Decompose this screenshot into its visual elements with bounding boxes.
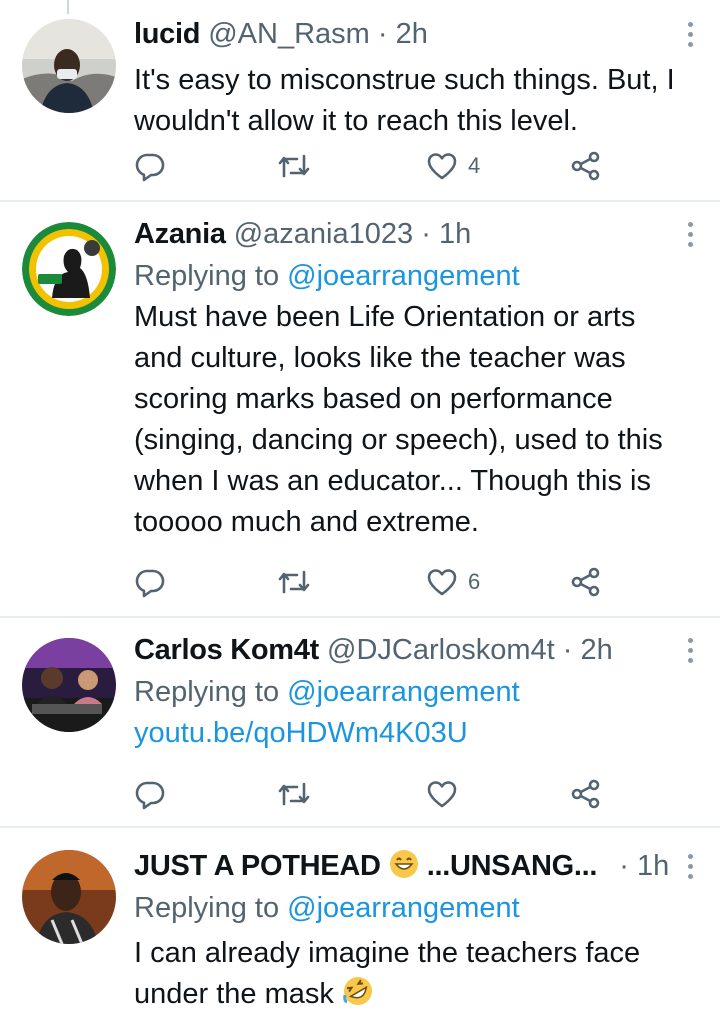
rofl-emoji: [342, 975, 374, 1019]
tweet-text: It's easy to misconstrue such things. Bu…: [134, 60, 694, 142]
user-handle[interactable]: @AN_Rasm: [208, 18, 370, 50]
like-count: 4: [468, 153, 481, 178]
avatar[interactable]: [22, 19, 116, 113]
display-name[interactable]: Azania: [134, 218, 226, 250]
tweet-text-line-wrap: under the mask: [134, 974, 694, 1019]
display-name-part[interactable]: JUST A POTHEAD: [134, 850, 381, 882]
separator-dot: ·: [421, 218, 431, 250]
more-icon[interactable]: [686, 22, 694, 47]
retweet-icon: [276, 566, 312, 598]
reply-button[interactable]: [134, 774, 166, 814]
like-icon: [426, 778, 458, 810]
mention-link[interactable]: @joearrangement: [287, 676, 520, 708]
action-bar: 6: [134, 562, 614, 602]
like-count: 6: [468, 569, 481, 594]
tweet-text: I can already imagine the teachers face …: [134, 933, 694, 1019]
tweet[interactable]: Carlos Kom4t @DJCarloskom4t · 2h Replyin…: [0, 618, 720, 826]
like-button[interactable]: 6: [426, 562, 480, 602]
more-icon[interactable]: [686, 854, 694, 879]
replying-to-label: Replying to: [134, 892, 280, 924]
separator-dot: ·: [562, 634, 573, 666]
replying-to-label: Replying to: [134, 260, 280, 292]
user-handle[interactable]: @azania1023: [234, 218, 413, 250]
tweet-header: JUST A POTHEAD ...UNSANG... · 1h: [134, 848, 694, 884]
grinning-emoji: [389, 849, 419, 888]
display-name[interactable]: Carlos Kom4t: [134, 634, 319, 666]
share-button[interactable]: [570, 562, 602, 602]
tweet-header: lucid @AN_Rasm · 2h: [134, 16, 694, 52]
replying-to-label: Replying to: [134, 676, 280, 708]
more-icon[interactable]: [686, 222, 694, 247]
replying-to: Replying to @joearrangement: [134, 672, 694, 713]
like-button[interactable]: [426, 774, 458, 814]
like-icon: [426, 150, 458, 182]
timestamp[interactable]: 1h: [637, 850, 669, 882]
retweet-icon: [276, 778, 312, 810]
tweet[interactable]: lucid @AN_Rasm · 2h It's easy to miscons…: [0, 0, 720, 200]
retweet-icon: [276, 150, 312, 182]
user-handle[interactable]: @DJCarloskom4t: [327, 634, 555, 666]
tweet-text-line: (singing, dancing or speech), used to th…: [134, 424, 663, 456]
tweet-text-line: under the mask: [134, 978, 334, 1010]
retweet-button[interactable]: [276, 562, 312, 602]
replying-to: Replying to @joearrangement: [134, 256, 694, 297]
timestamp[interactable]: 1h: [439, 218, 471, 250]
tweet-header: Carlos Kom4t @DJCarloskom4t · 2h: [134, 632, 694, 668]
avatar[interactable]: [22, 850, 116, 944]
separator-dot: ·: [619, 850, 629, 882]
tweet-text-line: It's easy to misconstrue such things. Bu…: [134, 64, 675, 96]
tweet-text-line: I can already imagine the teachers face: [134, 937, 641, 969]
separator-dot: ·: [377, 18, 388, 50]
tweet-text-line: and culture, looks like the teacher was: [134, 342, 626, 374]
timestamp[interactable]: 2h: [396, 18, 428, 50]
tweet-text-line: Must have been Life Orientation or arts: [134, 301, 636, 333]
timestamp[interactable]: 2h: [580, 634, 612, 666]
tweet-text-line: when I was an educator... Though this is: [134, 465, 651, 497]
like-button[interactable]: 4: [426, 146, 480, 186]
action-bar: 4: [134, 146, 614, 186]
reply-button[interactable]: [134, 146, 166, 186]
external-link[interactable]: youtu.be/qoHDWm4K03U: [134, 713, 694, 754]
share-button[interactable]: [570, 774, 602, 814]
mention-link[interactable]: @joearrangement: [287, 260, 520, 292]
more-icon[interactable]: [686, 638, 694, 663]
tweet-text: Must have been Life Orientation or arts …: [134, 297, 694, 543]
display-name-part[interactable]: ...UNSANG...: [427, 850, 598, 882]
tweet[interactable]: Azania @azania1023 · 1h Replying to @joe…: [0, 202, 720, 616]
tweet-text-line: tooooo much and extreme.: [134, 506, 479, 538]
avatar[interactable]: [22, 638, 116, 732]
reply-icon: [134, 566, 166, 598]
share-button[interactable]: [570, 146, 602, 186]
share-icon: [570, 566, 602, 598]
avatar[interactable]: [22, 222, 116, 316]
share-icon: [570, 150, 602, 182]
tweet-header: Azania @azania1023 · 1h: [134, 216, 694, 252]
share-icon: [570, 778, 602, 810]
retweet-button[interactable]: [276, 774, 312, 814]
tweet-text-line: wouldn't allow it to reach this level.: [134, 105, 578, 137]
reply-button[interactable]: [134, 562, 166, 602]
replying-to: Replying to @joearrangement: [134, 888, 694, 929]
action-bar: [134, 774, 614, 814]
tweet-text-line: scoring marks based on performance: [134, 383, 613, 415]
reply-icon: [134, 150, 166, 182]
like-icon: [426, 566, 458, 598]
reply-icon: [134, 778, 166, 810]
display-name[interactable]: lucid: [134, 18, 200, 50]
mention-link[interactable]: @joearrangement: [287, 892, 520, 924]
retweet-button[interactable]: [276, 146, 312, 186]
tweet[interactable]: JUST A POTHEAD ...UNSANG... · 1h Replyin…: [0, 828, 720, 1019]
